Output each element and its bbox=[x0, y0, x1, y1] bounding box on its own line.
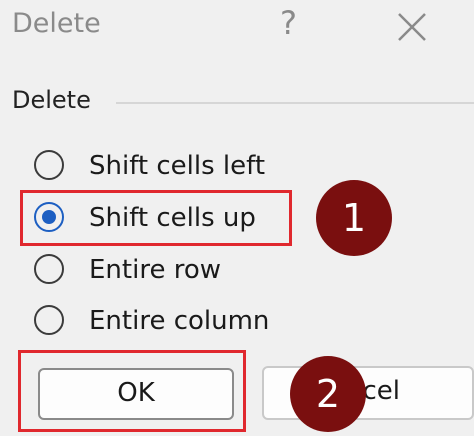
highlight-box-step-2 bbox=[18, 350, 246, 432]
option-entire-column[interactable]: Entire column bbox=[34, 301, 294, 341]
close-icon[interactable] bbox=[395, 10, 429, 44]
dialog-title: Delete bbox=[12, 8, 101, 39]
radio-entire-column[interactable] bbox=[34, 305, 64, 335]
radio-shift-cells-left[interactable] bbox=[34, 150, 64, 180]
option-label: Entire column bbox=[89, 306, 270, 336]
step-2-marker: 2 bbox=[290, 356, 366, 432]
group-label: Delete bbox=[12, 86, 91, 114]
radio-entire-row[interactable] bbox=[34, 254, 64, 284]
title-bar: Delete ? bbox=[0, 0, 474, 60]
group-divider bbox=[116, 102, 474, 104]
highlight-box-step-1 bbox=[20, 190, 292, 246]
option-label: Entire row bbox=[89, 255, 221, 285]
help-icon[interactable]: ? bbox=[280, 4, 297, 42]
option-label: Shift cells left bbox=[89, 151, 266, 181]
option-entire-row[interactable]: Entire row bbox=[34, 250, 294, 290]
step-1-marker: 1 bbox=[316, 180, 392, 256]
option-shift-cells-left[interactable]: Shift cells left bbox=[34, 146, 294, 186]
